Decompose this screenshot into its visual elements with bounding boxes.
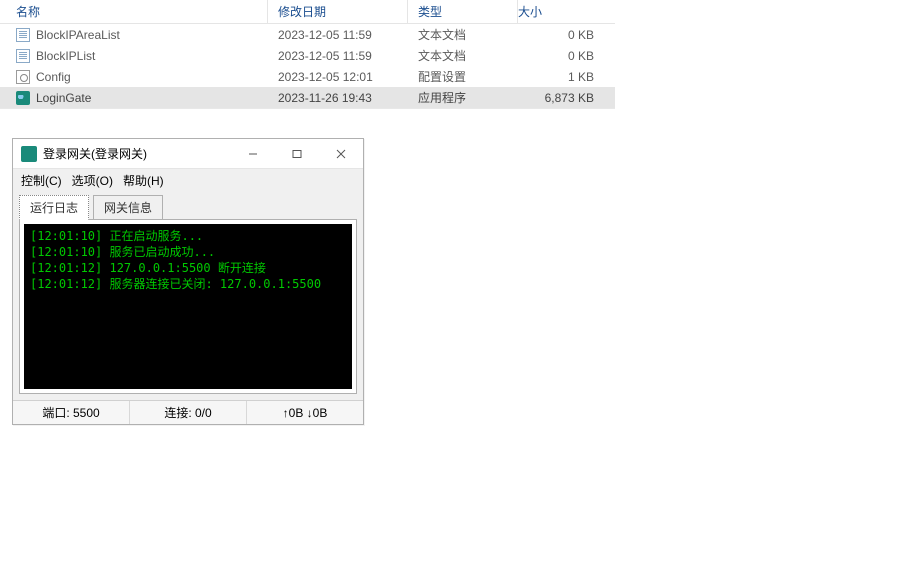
column-header-date[interactable]: 修改日期 (268, 0, 408, 23)
app-icon (21, 146, 37, 162)
table-row[interactable]: BlockIPAreaList 2023-12-05 11:59文本文档0 KB (0, 24, 615, 45)
window-controls (231, 139, 363, 168)
file-type: 文本文档 (408, 45, 518, 66)
column-header-type[interactable]: 类型 (408, 0, 518, 23)
file-date: 2023-12-05 11:59 (268, 24, 408, 45)
status-connections: 连接: 0/0 (130, 401, 247, 424)
file-name: BlockIPList (36, 49, 95, 63)
file-type: 配置设置 (408, 66, 518, 87)
log-line: [12:01:12] 127.0.0.1:5500 断开连接 (30, 260, 346, 276)
status-down: 0B (313, 406, 328, 420)
menu-help[interactable]: 帮助(H) (123, 172, 164, 189)
titlebar[interactable]: 登录网关(登录网关) (13, 139, 363, 169)
tab-run-log[interactable]: 运行日志 (19, 195, 89, 220)
explorer-header: 名称 修改日期 类型 大小 (0, 0, 615, 24)
file-name: Config (36, 70, 71, 84)
table-row[interactable]: LoginGate 2023-11-26 19:43应用程序6,873 KB (0, 87, 615, 108)
explorer-body: BlockIPAreaList2023-12-05 11:59文本文档0 KBB… (0, 24, 615, 108)
file-date: 2023-12-05 11:59 (268, 45, 408, 66)
menubar: 控制(C) 选项(O) 帮助(H) (13, 169, 363, 191)
file-explorer: 名称 修改日期 类型 大小 BlockIPAreaList 2023-12-05 … (0, 0, 615, 109)
table-row[interactable]: BlockIPList 2023-12-05 11:59文本文档0 KB (0, 45, 615, 66)
doc-icon (16, 49, 30, 63)
log-console[interactable]: [12:01:10] 正在启动服务...[12:01:10] 服务已启动成功..… (24, 224, 352, 389)
file-type: 应用程序 (408, 87, 518, 108)
close-button[interactable] (319, 139, 363, 168)
file-type: 文本文档 (408, 24, 518, 45)
tab-strip: 运行日志 网关信息 (13, 191, 363, 220)
status-port: 端口: 5500 (13, 401, 130, 424)
cfg-icon (16, 70, 30, 84)
file-size: 0 KB (518, 24, 608, 45)
table-row[interactable]: Config 2023-12-05 12:01配置设置1 KB (0, 66, 615, 87)
menu-options[interactable]: 选项(O) (72, 172, 113, 189)
app-icon (16, 91, 30, 105)
file-name: LoginGate (36, 91, 91, 105)
log-line: [12:01:12] 服务器连接已关闭: 127.0.0.1:5500 (30, 276, 346, 292)
menu-control[interactable]: 控制(C) (21, 172, 62, 189)
column-header-name[interactable]: 名称 (0, 0, 268, 23)
minimize-button[interactable] (231, 139, 275, 168)
window-title: 登录网关(登录网关) (43, 145, 231, 162)
statusbar: 端口: 5500 连接: 0/0 ↑0B ↓0B (13, 400, 363, 424)
status-up: 0B (289, 406, 304, 420)
log-line: [12:01:10] 正在启动服务... (30, 228, 346, 244)
login-gate-window: 登录网关(登录网关) 控制(C) 选项(O) 帮助(H) 运行日志 网关信息 [… (12, 138, 364, 425)
file-size: 0 KB (518, 45, 608, 66)
maximize-button[interactable] (275, 139, 319, 168)
status-traffic: ↑0B ↓0B (247, 401, 363, 424)
file-name: BlockIPAreaList (36, 28, 120, 42)
file-size: 6,873 KB (518, 87, 608, 108)
file-date: 2023-12-05 12:01 (268, 66, 408, 87)
tab-gateway-info[interactable]: 网关信息 (93, 195, 163, 220)
doc-icon (16, 28, 30, 42)
file-size: 1 KB (518, 66, 608, 87)
column-header-size[interactable]: 大小 (518, 0, 608, 23)
tab-content: [12:01:10] 正在启动服务...[12:01:10] 服务已启动成功..… (19, 219, 357, 394)
file-date: 2023-11-26 19:43 (268, 87, 408, 108)
log-line: [12:01:10] 服务已启动成功... (30, 244, 346, 260)
